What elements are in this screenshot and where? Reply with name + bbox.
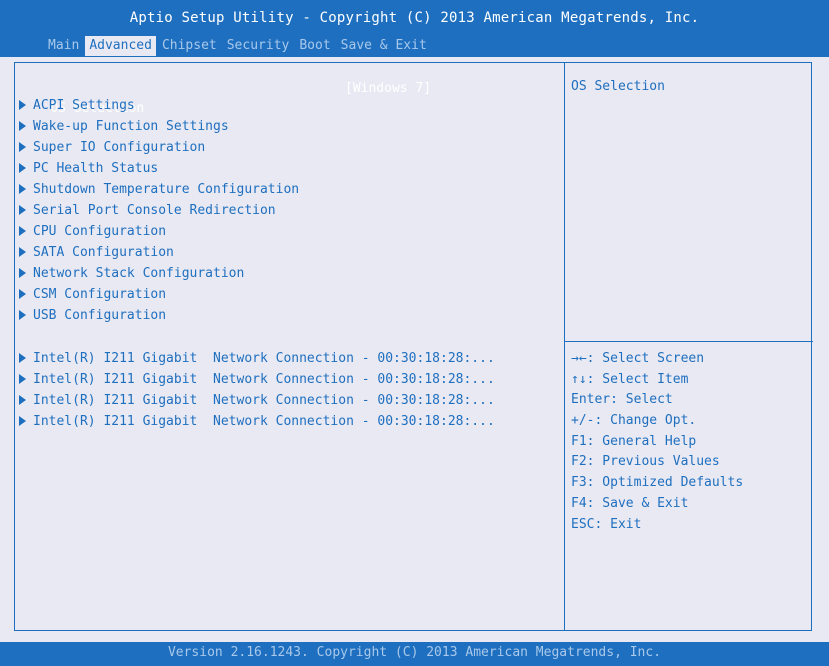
key-help-list: →←: Select Screen ↑↓: Select Item Enter:… xyxy=(571,349,743,535)
submenu-arrow-icon xyxy=(19,268,26,278)
menu-item-pc-health-status[interactable]: PC Health Status xyxy=(19,159,158,179)
submenu-arrow-icon xyxy=(19,121,26,131)
key-help-change-opt: +/-: Change Opt. xyxy=(571,413,697,429)
key-help-select-screen: →←: Select Screen xyxy=(571,351,705,366)
key-help-f2: F2: Previous Values xyxy=(571,454,720,470)
submenu-arrow-icon xyxy=(19,100,26,110)
menu-item-label: Network Stack Configuration xyxy=(33,266,245,281)
key-help-select-item: ↑↓: Select Item xyxy=(571,371,689,387)
submenu-arrow-icon xyxy=(19,416,26,426)
menu-item-network-connection[interactable]: Intel(R) I211 Gigabit Network Connection… xyxy=(19,391,495,411)
menu-item-label: CSM Configuration xyxy=(33,287,167,302)
menu-item-serial-port-console-redirection[interactable]: Serial Port Console Redirection xyxy=(19,201,276,221)
menu-item-shutdown-temperature-configuration[interactable]: Shutdown Temperature Configuration xyxy=(19,180,299,200)
menu-item-network-connection[interactable]: Intel(R) I211 Gigabit Network Connection… xyxy=(19,412,495,432)
submenu-arrow-icon xyxy=(19,163,26,173)
menu-item-label: PC Health Status xyxy=(33,161,159,176)
menu-item-network-connection[interactable]: Intel(R) I211 Gigabit Network Connection… xyxy=(19,349,495,369)
menu-item-csm-configuration[interactable]: CSM Configuration xyxy=(19,285,166,305)
key-help-enter: Enter: Select xyxy=(571,392,673,408)
menu-item-label: Shutdown Temperature Configuration xyxy=(33,182,300,197)
key-help-f3: F3: Optimized Defaults xyxy=(571,475,744,491)
menu-item-label: CPU Configuration xyxy=(33,224,167,239)
menu-item-usb-configuration[interactable]: USB Configuration xyxy=(19,306,166,326)
menu-item-super-io-configuration[interactable]: Super IO Configuration xyxy=(19,138,205,158)
tab-save-exit[interactable]: Save & Exit xyxy=(337,36,431,56)
key-help-f1: F1: General Help xyxy=(571,433,697,449)
submenu-arrow-icon xyxy=(19,310,26,320)
submenu-arrow-icon xyxy=(19,374,26,384)
menu-item-label: Intel(R) I211 Gigabit Network Connection… xyxy=(33,393,495,408)
menu-item-label: ACPI Settings xyxy=(33,98,135,113)
submenu-arrow-icon xyxy=(19,226,26,236)
menu-item-sata-configuration[interactable]: SATA Configuration xyxy=(19,243,174,263)
submenu-arrow-icon xyxy=(19,184,26,194)
tab-boot[interactable]: Boot xyxy=(295,36,334,56)
os-selection-value[interactable]: [Windows 7] xyxy=(345,79,431,99)
tab-main[interactable]: Main xyxy=(44,36,83,56)
menu-item-label: Intel(R) I211 Gigabit Network Connection… xyxy=(33,372,495,387)
tab-advanced[interactable]: Advanced xyxy=(85,36,156,56)
menu-item-label: USB Configuration xyxy=(33,308,167,323)
column-divider xyxy=(564,63,565,630)
submenu-arrow-icon xyxy=(19,142,26,152)
menu-item-label: Super IO Configuration xyxy=(33,140,206,155)
menu-item-label: Intel(R) I211 Gigabit Network Connection… xyxy=(33,351,495,366)
tab-security[interactable]: Security xyxy=(223,36,294,56)
menu-item-network-connection[interactable]: Intel(R) I211 Gigabit Network Connection… xyxy=(19,370,495,390)
menu-item-label: Serial Port Console Redirection xyxy=(33,203,276,218)
app-title: Aptio Setup Utility - Copyright (C) 2013… xyxy=(129,10,700,26)
submenu-arrow-icon xyxy=(19,247,26,257)
footer-bar: Version 2.16.1243. Copyright (C) 2013 Am… xyxy=(0,642,829,666)
menu-item-wake-up-function-settings[interactable]: Wake-up Function Settings xyxy=(19,117,229,137)
menu-item-label: Wake-up Function Settings xyxy=(33,119,229,134)
title-bar: Aptio Setup Utility - Copyright (C) 2013… xyxy=(0,0,829,57)
menu-item-label: SATA Configuration xyxy=(33,245,174,260)
submenu-arrow-icon xyxy=(19,205,26,215)
key-help-f4: F4: Save & Exit xyxy=(571,495,689,511)
menu-item-acpi-settings[interactable]: ACPI Settings xyxy=(19,96,135,116)
help-divider xyxy=(565,341,813,342)
key-help-esc: ESC: Exit xyxy=(571,516,642,532)
submenu-arrow-icon xyxy=(19,289,26,299)
help-description: OS Selection xyxy=(571,79,665,94)
menu-tabs: Main Advanced Chipset Security Boot Save… xyxy=(44,36,433,56)
setup-panel: OS Selection [Windows 7] ACPI Settings W… xyxy=(14,62,813,631)
menu-item-network-stack-configuration[interactable]: Network Stack Configuration xyxy=(19,264,244,284)
version-text: Version 2.16.1243. Copyright (C) 2013 Am… xyxy=(167,645,662,660)
menu-item-cpu-configuration[interactable]: CPU Configuration xyxy=(19,222,166,242)
tab-chipset[interactable]: Chipset xyxy=(158,36,221,56)
menu-item-label: Intel(R) I211 Gigabit Network Connection… xyxy=(33,414,495,429)
submenu-arrow-icon xyxy=(19,395,26,405)
submenu-arrow-icon xyxy=(19,353,26,363)
